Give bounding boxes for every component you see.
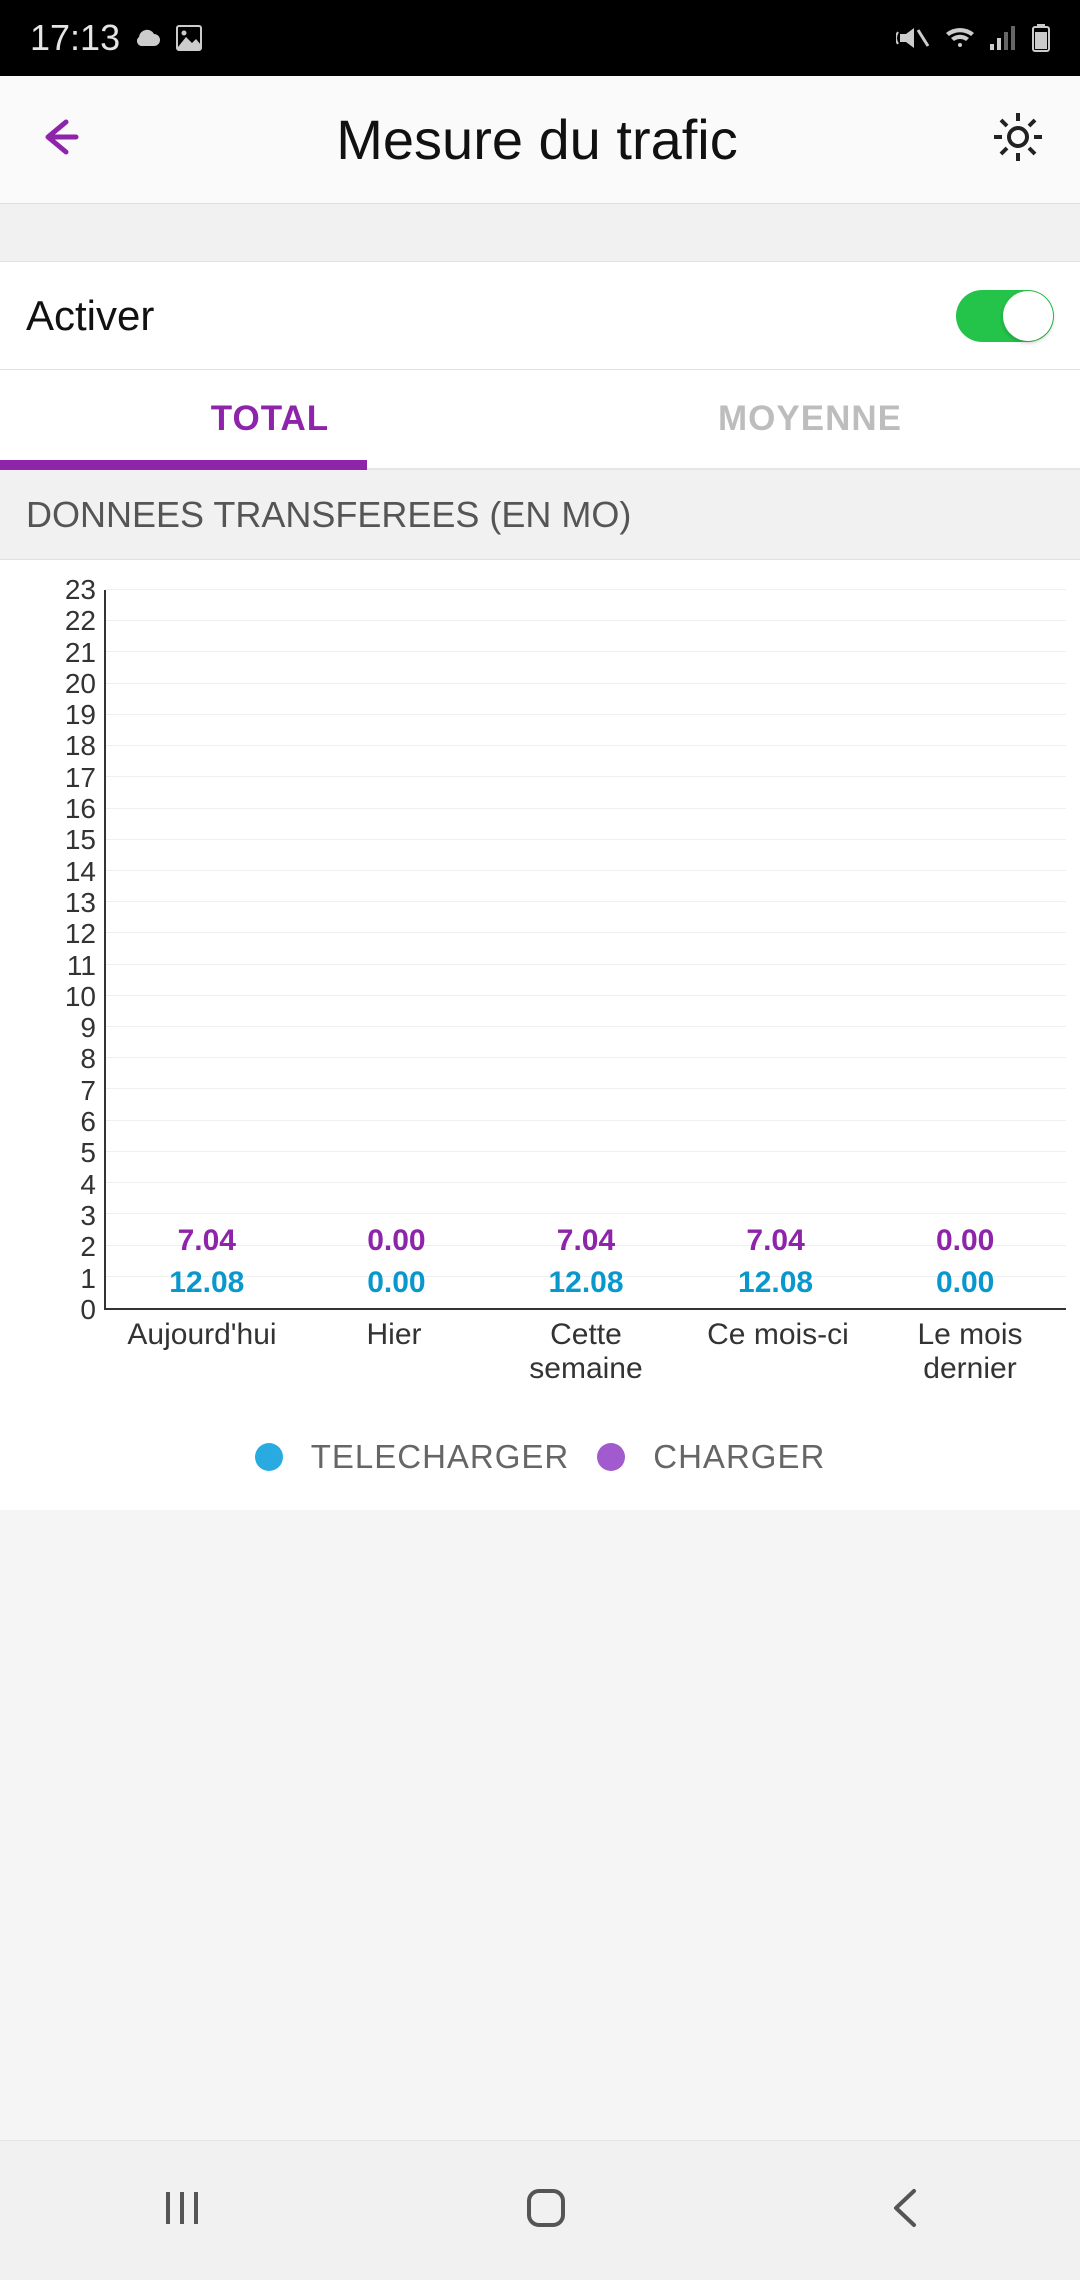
bar-label-download: 12.08: [548, 1266, 623, 1300]
chart-panel: 23222120191817161514131211109876543210 7…: [0, 560, 1080, 1510]
x-tick: Cette semaine: [500, 1318, 673, 1408]
bar-label-upload: 7.04: [557, 1224, 615, 1258]
legend-label-upload: CHARGER: [653, 1438, 825, 1476]
x-axis: Aujourd'huiHierCette semaineCe mois-ciLe…: [14, 1318, 1066, 1408]
bar-label-download: 12.08: [169, 1266, 244, 1300]
gear-icon[interactable]: [992, 111, 1044, 168]
spacer: [0, 204, 1080, 262]
wifi-icon: [944, 25, 976, 51]
legend-dot-download: [255, 1443, 283, 1471]
tab-total[interactable]: TOTAL: [0, 370, 540, 468]
bar-label-download: 12.08: [738, 1266, 813, 1300]
battery-icon: [1032, 24, 1050, 52]
bar-label-download: 0.00: [367, 1266, 425, 1300]
chart-area: 23222120191817161514131211109876543210 7…: [14, 590, 1066, 1310]
bar-label-upload: 7.04: [746, 1224, 804, 1258]
recents-icon[interactable]: [158, 2184, 206, 2237]
tab-average[interactable]: MOYENNE: [540, 370, 1080, 468]
mute-vibrate-icon: [896, 24, 930, 52]
status-bar: 17:13: [0, 0, 1080, 76]
legend-dot-upload: [597, 1443, 625, 1471]
home-icon[interactable]: [523, 2185, 569, 2236]
bar-label-upload: 0.00: [936, 1224, 994, 1258]
plot-area: 7.04 12.08 0.00 0.00 7.04 12.08 7.04 12.08 0.00 0…: [106, 590, 1066, 1310]
x-tick: Ce mois-ci: [692, 1318, 865, 1408]
back-nav-icon[interactable]: [886, 2185, 922, 2236]
x-tick: Aujourd'hui: [116, 1318, 289, 1408]
x-tick: Hier: [308, 1318, 481, 1408]
bar-label-download: 0.00: [936, 1266, 994, 1300]
signal-icon: [990, 26, 1018, 50]
app-header: Mesure du trafic: [0, 76, 1080, 204]
section-label: DONNEES TRANSFEREES (EN MO): [0, 470, 1080, 560]
legend-label-download: TELECHARGER: [311, 1438, 570, 1476]
legend: TELECHARGER CHARGER: [14, 1438, 1066, 1502]
bar-label-upload: 0.00: [367, 1224, 425, 1258]
activate-label: Activer: [26, 292, 154, 340]
page-title: Mesure du trafic: [82, 107, 992, 172]
tabs: TOTAL MOYENNE: [0, 370, 1080, 470]
cloud-icon: [134, 28, 162, 48]
android-nav-bar: [0, 2140, 1080, 2280]
activate-row: Activer: [0, 262, 1080, 370]
bar-label-upload: 7.04: [178, 1224, 236, 1258]
x-tick: Le mois dernier: [884, 1318, 1057, 1408]
y-axis: 23222120191817161514131211109876543210: [14, 590, 106, 1310]
status-time: 17:13: [30, 17, 120, 59]
activate-toggle[interactable]: [956, 290, 1054, 342]
back-arrow-icon[interactable]: [36, 114, 82, 165]
image-icon: [176, 25, 202, 51]
